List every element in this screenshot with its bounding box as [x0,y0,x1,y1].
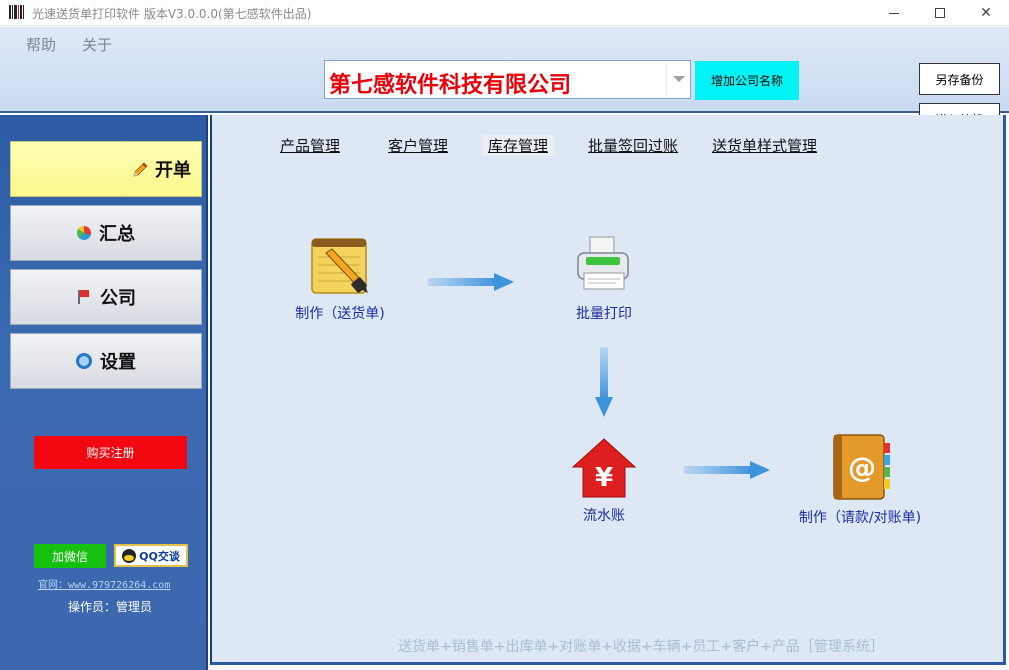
batch-print-label: 批量打印 [576,306,632,322]
title-bar: 光速送货单打印软件 版本V3.0.0.0(第七感软件出品) ✕ [0,0,1009,26]
make-statement-label: 制作（请款/对账单) [798,510,922,526]
svg-text:¥: ¥ [595,463,613,493]
tab-batch-sign-back[interactable]: 批量签回过账 [588,135,678,156]
buy-register-button[interactable]: 购买注册 [34,436,187,469]
flow-arrow-down-icon [595,347,613,417]
close-icon: ✕ [980,5,992,21]
save-backup-button[interactable]: 另存备份 [919,63,1000,95]
tab-stock-management[interactable]: 库存管理 [482,135,555,156]
app-barcode-icon [9,5,25,19]
flow-arrow-right-icon [428,273,514,291]
sidebar-item-summary[interactable]: 汇总 [10,205,202,261]
pencil-icon [131,161,148,177]
sidebar-item-label: 设置 [100,352,136,373]
sidebar-item-label: 汇总 [99,224,135,245]
minimize-button[interactable] [871,0,917,26]
printer-icon [572,233,636,297]
qq-chat-button[interactable]: QQ交谈 [114,544,188,567]
ledger-label: 流水账 [583,508,625,524]
maximize-icon [935,8,945,18]
minimize-icon [889,12,899,14]
make-delivery-note-label: 制作（送货单) [295,306,385,322]
flow-arrow-right-icon [684,461,770,479]
sidebar-item-label: 公司 [100,288,136,309]
menu-about[interactable]: 关于 [82,34,112,55]
close-button[interactable]: ✕ [963,0,1009,26]
maximize-button[interactable] [917,0,963,26]
operator-label: 操作员：管理员 [68,600,153,614]
company-name-value: 第七感软件科技有限公司 [329,73,572,98]
address-book-icon: @ [828,433,892,501]
yuan-house-icon: ¥ [571,437,637,499]
sidebar: 开单 汇总 公司 设置 购买注册 加微信 QQ交谈 官网：www.9797262… [0,115,208,670]
make-delivery-note-item[interactable]: 制作（送货单) [270,233,410,323]
tab-customer-management[interactable]: 客户管理 [388,135,448,156]
menu-help[interactable]: 帮助 [26,34,56,55]
sidebar-item-label: 开单 [155,160,191,181]
qq-chat-label: QQ交谈 [139,549,180,563]
gear-icon [76,353,92,369]
pie-chart-icon [77,226,91,240]
add-wechat-button[interactable]: 加微信 [34,544,106,568]
website-link[interactable]: 官网：www.979726264.com [38,576,170,591]
tab-delivery-template[interactable]: 送货单样式管理 [712,135,817,156]
ledger-item[interactable]: ¥ 流水账 [566,437,642,525]
tab-product-management[interactable]: 产品管理 [280,135,340,156]
select-divider [666,64,667,95]
sidebar-item-settings[interactable]: 设置 [10,333,202,389]
flag-icon [76,289,92,305]
company-select[interactable]: 第七感软件科技有限公司 [324,60,691,99]
window-title: 光速送货单打印软件 版本V3.0.0.0(第七感软件出品) [32,7,312,21]
sidebar-item-open-order[interactable]: 开单 [10,141,202,197]
chevron-down-icon[interactable] [673,76,685,82]
footer-caption: 送货单+销售单+出库单+对账单+收据+车辆+员工+客户+产品［管理系统］ [398,639,884,655]
header: 帮助 关于 第七感软件科技有限公司 增加公司名称 另存备份 进入待机 [0,27,1009,135]
make-statement-item[interactable]: @ 制作（请款/对账单) [780,433,940,527]
svg-text:@: @ [848,451,876,484]
qq-icon [122,548,137,563]
main-panel: 产品管理 客户管理 库存管理 批量签回过账 送货单样式管理 制作（送货单) 批量… [210,115,1006,665]
add-company-button[interactable]: 增加公司名称 [695,61,799,100]
notepad-pencil-icon [308,233,372,297]
sidebar-item-company[interactable]: 公司 [10,269,202,325]
batch-print-item[interactable]: 批量打印 [564,233,644,323]
